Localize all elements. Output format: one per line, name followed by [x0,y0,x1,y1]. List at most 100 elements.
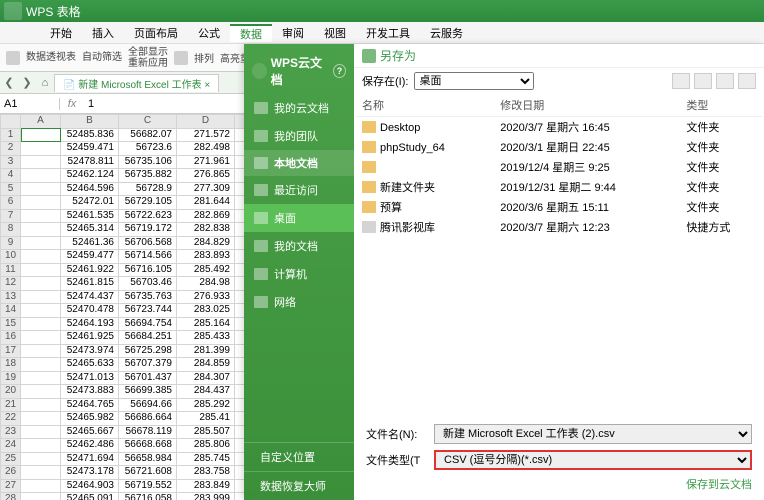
row-header[interactable]: 14 [1,304,21,318]
cell[interactable]: 56668.668 [119,439,177,453]
row-header[interactable]: 3 [1,155,21,169]
cell[interactable]: 52465.633 [61,358,119,372]
cell[interactable]: 283.758 [177,466,235,480]
col-header-D[interactable]: D [177,115,235,129]
menu-0[interactable]: 开始 [40,25,82,41]
cell[interactable]: 52465.982 [61,412,119,426]
cell[interactable] [21,155,61,169]
cell[interactable]: 56699.385 [119,385,177,399]
cell[interactable]: 56735.882 [119,169,177,183]
workbook-tab[interactable]: 📄 新建 Microsoft Excel 工作表 × [54,74,219,92]
back-button[interactable] [672,73,690,89]
cell[interactable]: 56728.9 [119,182,177,196]
row-header[interactable]: 22 [1,412,21,426]
row-header[interactable]: 11 [1,263,21,277]
cell[interactable]: 56684.251 [119,331,177,345]
row-header[interactable]: 6 [1,196,21,210]
fx-icon[interactable]: fx [60,98,84,110]
cell[interactable] [21,385,61,399]
file-list[interactable]: 名称 修改日期 类型 Desktop2020/3/7 星期六 16:45文件夹p… [354,94,764,416]
cell[interactable]: 285.507 [177,425,235,439]
cell[interactable]: 284.307 [177,371,235,385]
cell[interactable] [21,479,61,493]
next-tab-button[interactable]: ❯ [18,76,36,89]
menu-8[interactable]: 云服务 [420,25,473,41]
row-header[interactable]: 8 [1,223,21,237]
sidebar-item-2[interactable]: 本地文档 [244,150,354,176]
cell[interactable]: 277.309 [177,182,235,196]
row-header[interactable]: 1 [1,128,21,142]
cell[interactable]: 276.933 [177,290,235,304]
cell[interactable]: 284.859 [177,358,235,372]
cell[interactable]: 56701.437 [119,371,177,385]
row-header[interactable]: 20 [1,385,21,399]
cell[interactable]: 283.025 [177,304,235,318]
prev-tab-button[interactable]: ❮ [0,76,18,89]
cell[interactable]: 271.961 [177,155,235,169]
cell[interactable]: 284.98 [177,277,235,291]
row-header[interactable]: 21 [1,398,21,412]
cell[interactable]: 52474.437 [61,290,119,304]
cell[interactable]: 52461.925 [61,331,119,345]
cell[interactable]: 271.572 [177,128,235,142]
row-header[interactable]: 16 [1,331,21,345]
cell[interactable]: 56682.07 [119,128,177,142]
cell[interactable]: 52459.477 [61,250,119,264]
cell[interactable]: 285.433 [177,331,235,345]
row-header[interactable]: 19 [1,371,21,385]
view-detail-button[interactable] [738,73,756,89]
cell[interactable] [21,452,61,466]
cell[interactable]: 56723.744 [119,304,177,318]
col-type[interactable]: 类型 [680,94,762,117]
cell[interactable] [21,277,61,291]
cell[interactable] [21,317,61,331]
data-restore-button[interactable]: 数据恢复大师 [244,471,354,500]
filetype-select[interactable]: CSV (逗号分隔)(*.csv) [434,450,752,470]
cell[interactable]: 56719.552 [119,479,177,493]
file-row[interactable]: 新建文件夹2019/12/31 星期二 9:44文件夹 [356,177,762,197]
cell[interactable]: 52461.922 [61,263,119,277]
cell[interactable] [21,439,61,453]
menu-4[interactable]: 数据 [230,24,272,42]
row-header[interactable]: 7 [1,209,21,223]
row-header[interactable]: 26 [1,466,21,480]
cell[interactable]: 52470.478 [61,304,119,318]
row-header[interactable]: 5 [1,182,21,196]
show-all-button[interactable]: 全部显示 [128,47,168,58]
cell[interactable]: 56714.566 [119,250,177,264]
cell[interactable] [21,250,61,264]
sidebar-item-1[interactable]: 我的团队 [244,122,354,150]
cell[interactable]: 52473.178 [61,466,119,480]
sort-icon[interactable] [174,51,188,65]
cell[interactable]: 284.829 [177,236,235,250]
cell[interactable]: 52471.694 [61,452,119,466]
cell[interactable]: 56723.6 [119,142,177,156]
cell[interactable] [21,344,61,358]
col-header-C[interactable]: C [119,115,177,129]
cell[interactable]: 56678.119 [119,425,177,439]
cell[interactable]: 52473.883 [61,385,119,399]
filename-input[interactable]: 新建 Microsoft Excel 工作表 (2).csv [434,424,752,444]
col-header-A[interactable]: A [21,115,61,129]
file-row[interactable]: phpStudy_642020/3/1 星期日 22:45文件夹 [356,137,762,157]
cell[interactable] [21,263,61,277]
menu-2[interactable]: 页面布局 [124,25,188,41]
file-row[interactable]: 腾讯影视库2020/3/7 星期六 12:23快捷方式 [356,217,762,237]
sidebar-item-7[interactable]: 网络 [244,288,354,316]
cell[interactable]: 52461.815 [61,277,119,291]
cell[interactable]: 285.806 [177,439,235,453]
sidebar-item-5[interactable]: 我的文档 [244,232,354,260]
col-mdate[interactable]: 修改日期 [494,94,680,117]
cell[interactable]: 52478.811 [61,155,119,169]
save-to-cloud-link[interactable]: 保存到云文档 [366,476,752,492]
pivot-icon[interactable] [6,51,20,65]
cell[interactable]: 56716.105 [119,263,177,277]
cell[interactable]: 284.437 [177,385,235,399]
reapply-button[interactable]: 重新应用 [128,58,168,69]
cell[interactable]: 56722.623 [119,209,177,223]
row-header[interactable]: 4 [1,169,21,183]
file-row[interactable]: 2019/12/4 星期三 9:25文件夹 [356,157,762,177]
menu-7[interactable]: 开发工具 [356,25,420,41]
cell[interactable] [21,412,61,426]
cell[interactable]: 52464.903 [61,479,119,493]
